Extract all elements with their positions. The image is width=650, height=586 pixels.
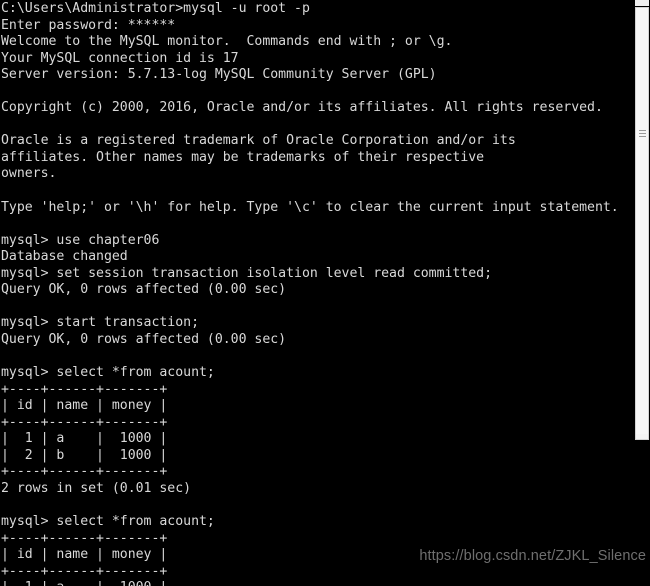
terminal-line: mysql> use chapter06 bbox=[1, 232, 160, 248]
terminal-line: | 1 | a | 1000 | bbox=[1, 580, 633, 586]
watermark-url: https://blog.csdn.net/ZJKL_Silence bbox=[419, 548, 646, 564]
terminal-line: 2 rows in set (0.01 sec) bbox=[1, 480, 192, 496]
terminal-line: mysql> select *from acount; bbox=[1, 513, 215, 529]
terminal-line: Copyright (c) 2000, 2016, Oracle and/or … bbox=[1, 100, 603, 116]
terminal-line: Server version: 5.7.13-log MySQL Communi… bbox=[1, 67, 437, 83]
terminal-line: Welcome to the MySQL monitor. Commands e… bbox=[1, 34, 453, 50]
terminal-line: | 2 | b | 1000 | bbox=[1, 447, 168, 463]
terminal-line: | id | name | money | bbox=[1, 398, 168, 414]
terminal-line: +----+------+-------+ bbox=[1, 530, 168, 546]
terminal-line: mysql> start transaction; bbox=[1, 315, 199, 331]
terminal-line: Query OK, 0 rows affected (0.00 sec) bbox=[1, 282, 287, 298]
terminal-line: mysql> select *from acount; bbox=[1, 365, 215, 381]
terminal-line: Database changed bbox=[1, 249, 128, 265]
terminal-line: owners. bbox=[1, 166, 57, 182]
scrollbar-track[interactable] bbox=[635, 7, 649, 440]
scrollbar-grip-icon bbox=[639, 130, 646, 141]
vertical-scrollbar[interactable] bbox=[633, 0, 650, 586]
terminal-line: C:\Users\Administrator>mysql -u root -p bbox=[1, 1, 310, 16]
scrollbar-thumb[interactable] bbox=[636, 8, 648, 434]
terminal-console[interactable]: C:\Users\Administrator>mysql -u root -p E… bbox=[0, 0, 633, 586]
terminal-output: C:\Users\Administrator>mysql -u root -p E… bbox=[1, 1, 633, 586]
terminal-line: +----+------+-------+ bbox=[1, 563, 168, 579]
terminal-line: Query OK, 0 rows affected (0.00 sec) bbox=[1, 331, 287, 347]
terminal-line: affiliates. Other names may be trademark… bbox=[1, 149, 485, 165]
terminal-line: +----+------+-------+ bbox=[1, 381, 168, 397]
terminal-line: Type 'help;' or '\h' for help. Type '\c'… bbox=[1, 199, 619, 215]
terminal-line: Your MySQL connection id is 17 bbox=[1, 50, 239, 66]
terminal-line: +----+------+-------+ bbox=[1, 464, 168, 480]
terminal-line: mysql> set session transaction isolation… bbox=[1, 265, 493, 281]
scroll-up-arrow-icon[interactable] bbox=[635, 0, 649, 6]
terminal-line: +----+------+-------+ bbox=[1, 414, 168, 430]
terminal-line: | 1 | a | 1000 | bbox=[1, 431, 168, 447]
terminal-line: Oracle is a registered trademark of Orac… bbox=[1, 133, 516, 149]
terminal-line: Enter password: ****** bbox=[1, 17, 176, 33]
